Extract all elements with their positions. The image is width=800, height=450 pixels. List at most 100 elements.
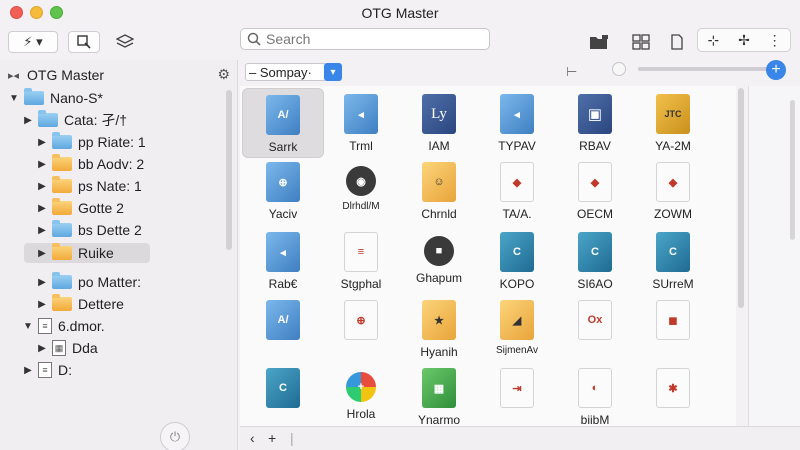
file-item[interactable]: ◢ SijmenAv xyxy=(476,294,558,364)
file-item[interactable]: ◂ Rab€ xyxy=(242,226,324,296)
action-menu-button[interactable]: ⚡︎ ▾ xyxy=(8,31,58,53)
folder-action-button[interactable] xyxy=(588,31,610,53)
file-item[interactable]: + Hrola xyxy=(320,362,402,426)
file-item[interactable]: ☺ Chrnld xyxy=(398,156,480,226)
file-item[interactable]: ◆ ZOWM xyxy=(632,156,714,226)
file-item[interactable]: ✱ xyxy=(632,362,714,426)
file-icon: ◼ xyxy=(656,300,690,340)
disclosure-closed-icon[interactable]: ▶ xyxy=(36,137,48,148)
document-button[interactable] xyxy=(666,31,688,53)
file-item[interactable]: ▣ RBAV xyxy=(554,88,636,158)
search-field[interactable] xyxy=(240,28,490,50)
file-item-label: KOPO xyxy=(499,277,535,291)
segment-2[interactable]: ✢ xyxy=(729,29,760,51)
file-icon: ◂ xyxy=(344,94,378,134)
disclosure-closed-icon[interactable]: ▶ xyxy=(36,203,48,214)
sidebar-tree-item[interactable]: ▶ Dettere xyxy=(36,294,208,314)
disclosure-closed-icon[interactable]: ▶ xyxy=(36,343,48,354)
sidebar-tree-item[interactable]: ▶ ≡ D: xyxy=(22,360,208,380)
view-segment-control[interactable]: ⊹ ✢ ⋮ xyxy=(697,28,791,52)
file-item[interactable]: ⊕ Yaciv xyxy=(242,156,324,226)
sidebar-tree-item[interactable]: ▶ pp Riate: 1 xyxy=(36,132,208,152)
sidebar-tree-item[interactable]: ▶ ▦ Dda xyxy=(36,338,208,358)
file-item[interactable]: ◆ OECM xyxy=(554,156,636,226)
file-item[interactable]: C SI6AO xyxy=(554,226,636,296)
file-item[interactable]: C KOPO xyxy=(476,226,558,296)
file-item[interactable]: ≡ Stgphal xyxy=(320,226,402,296)
maximize-window-button[interactable] xyxy=(50,6,63,19)
sidebar-tree-item[interactable]: ▶ Ruike xyxy=(24,243,150,263)
disclosure-closed-icon[interactable]: ▶ xyxy=(22,365,34,376)
power-button[interactable]: ⏻ xyxy=(160,422,190,450)
file-item[interactable]: JTC YA-2M xyxy=(632,88,714,158)
disclosure-closed-icon[interactable]: ▶ xyxy=(36,181,48,192)
file-item[interactable]: Ox xyxy=(554,294,636,364)
file-item[interactable]: ▦ Ynarmo xyxy=(398,362,480,426)
collapse-icon[interactable]: ▸◂ xyxy=(8,69,19,82)
disclosure-closed-icon[interactable]: ▶ xyxy=(36,299,48,310)
preview-scrollbar[interactable] xyxy=(790,100,795,240)
segment-3[interactable]: ⋮ xyxy=(759,29,790,51)
file-item[interactable]: ◼ xyxy=(632,294,714,364)
align-icon[interactable]: ⊢ xyxy=(566,64,577,80)
sidebar-scrollbar[interactable] xyxy=(226,90,232,250)
filter-select[interactable]: – Sompay· xyxy=(245,63,327,81)
disclosure-closed-icon[interactable]: ▶ xyxy=(36,277,48,288)
folder-icon xyxy=(52,198,72,215)
disclosure-closed-icon[interactable]: ▶ xyxy=(36,159,48,170)
sidebar-tree-item[interactable]: ▶ bb Aodv: 2 xyxy=(36,154,208,174)
sidebar-tree-item[interactable]: ▶ po Matter: xyxy=(36,272,208,292)
grid-view-icon xyxy=(632,34,650,50)
file-item[interactable]: C SUrreM xyxy=(632,226,714,296)
file-item[interactable]: ⇥ xyxy=(476,362,558,426)
file-item[interactable]: C xyxy=(242,362,324,426)
grid-view-button[interactable] xyxy=(630,31,652,53)
file-icon: ◂ xyxy=(500,94,534,134)
file-item[interactable]: ■ Ghapum xyxy=(398,226,480,296)
disclosure-closed-icon[interactable]: ▶ xyxy=(36,248,48,259)
sidebar-tree-item[interactable]: ▶ bs Dette 2 xyxy=(36,220,208,240)
file-item-label: Hyanih xyxy=(420,345,458,359)
file-item[interactable]: ★ Hyanih xyxy=(398,294,480,364)
zoom-slider[interactable] xyxy=(638,67,774,71)
segment-1[interactable]: ⊹ xyxy=(698,29,729,51)
file-item[interactable]: ⊕ xyxy=(320,294,402,364)
file-item-label: OECM xyxy=(577,207,613,221)
file-item[interactable]: Ly IAM xyxy=(398,88,480,158)
inspect-button[interactable] xyxy=(68,31,100,53)
gear-icon[interactable]: ⚙ xyxy=(217,66,230,83)
grid-scrollbar[interactable] xyxy=(738,88,744,308)
file-item[interactable]: ◐ biibM xyxy=(554,362,636,426)
folder-icon xyxy=(52,132,72,149)
file-item[interactable]: A/ xyxy=(242,294,324,364)
file-icon: ⊕ xyxy=(266,162,300,202)
sidebar-tree-item[interactable]: ▶ Gotte 2 xyxy=(36,198,208,218)
disclosure-open-icon[interactable]: ▼ xyxy=(22,321,34,332)
add-button[interactable]: + xyxy=(766,60,786,80)
file-item-label: RBAV xyxy=(579,139,611,153)
minimize-window-button[interactable] xyxy=(30,6,43,19)
file-item[interactable]: ◂ Trml xyxy=(320,88,402,158)
search-input[interactable] xyxy=(266,31,466,47)
table-icon: ▦ xyxy=(52,340,66,356)
add-item-icon[interactable]: + xyxy=(268,430,276,446)
zoom-knob[interactable] xyxy=(612,62,626,76)
back-icon[interactable]: ‹ xyxy=(250,430,255,446)
layers-button[interactable] xyxy=(114,31,136,53)
disclosure-closed-icon[interactable]: ▶ xyxy=(22,115,34,126)
disclosure-open-icon[interactable]: ▼ xyxy=(8,93,20,104)
file-item[interactable]: ◉ Dlrhdl/M xyxy=(320,156,402,226)
file-icon: C xyxy=(578,232,612,272)
filter-dropdown-button[interactable]: ▾ xyxy=(324,63,342,81)
sidebar-tree-item[interactable]: ▶ Cata: 孑/† xyxy=(22,110,208,130)
file-icon: ✱ xyxy=(656,368,690,408)
file-item[interactable]: ◂ TYPAV xyxy=(476,88,558,158)
sidebar-tree-item[interactable]: ▼ Nano-S* xyxy=(8,88,208,108)
disclosure-closed-icon[interactable]: ▶ xyxy=(36,225,48,236)
file-item[interactable]: A/Sarrk xyxy=(242,88,324,158)
file-item[interactable]: ◆ TA/A. xyxy=(476,156,558,226)
sidebar-tree-item[interactable]: ▶ ps Nate: 1 xyxy=(36,176,208,196)
sidebar-tree-item[interactable]: ▼ ≡ 6.dmor. xyxy=(22,316,208,336)
close-window-button[interactable] xyxy=(10,6,23,19)
file-icon: ▣ xyxy=(578,94,612,134)
